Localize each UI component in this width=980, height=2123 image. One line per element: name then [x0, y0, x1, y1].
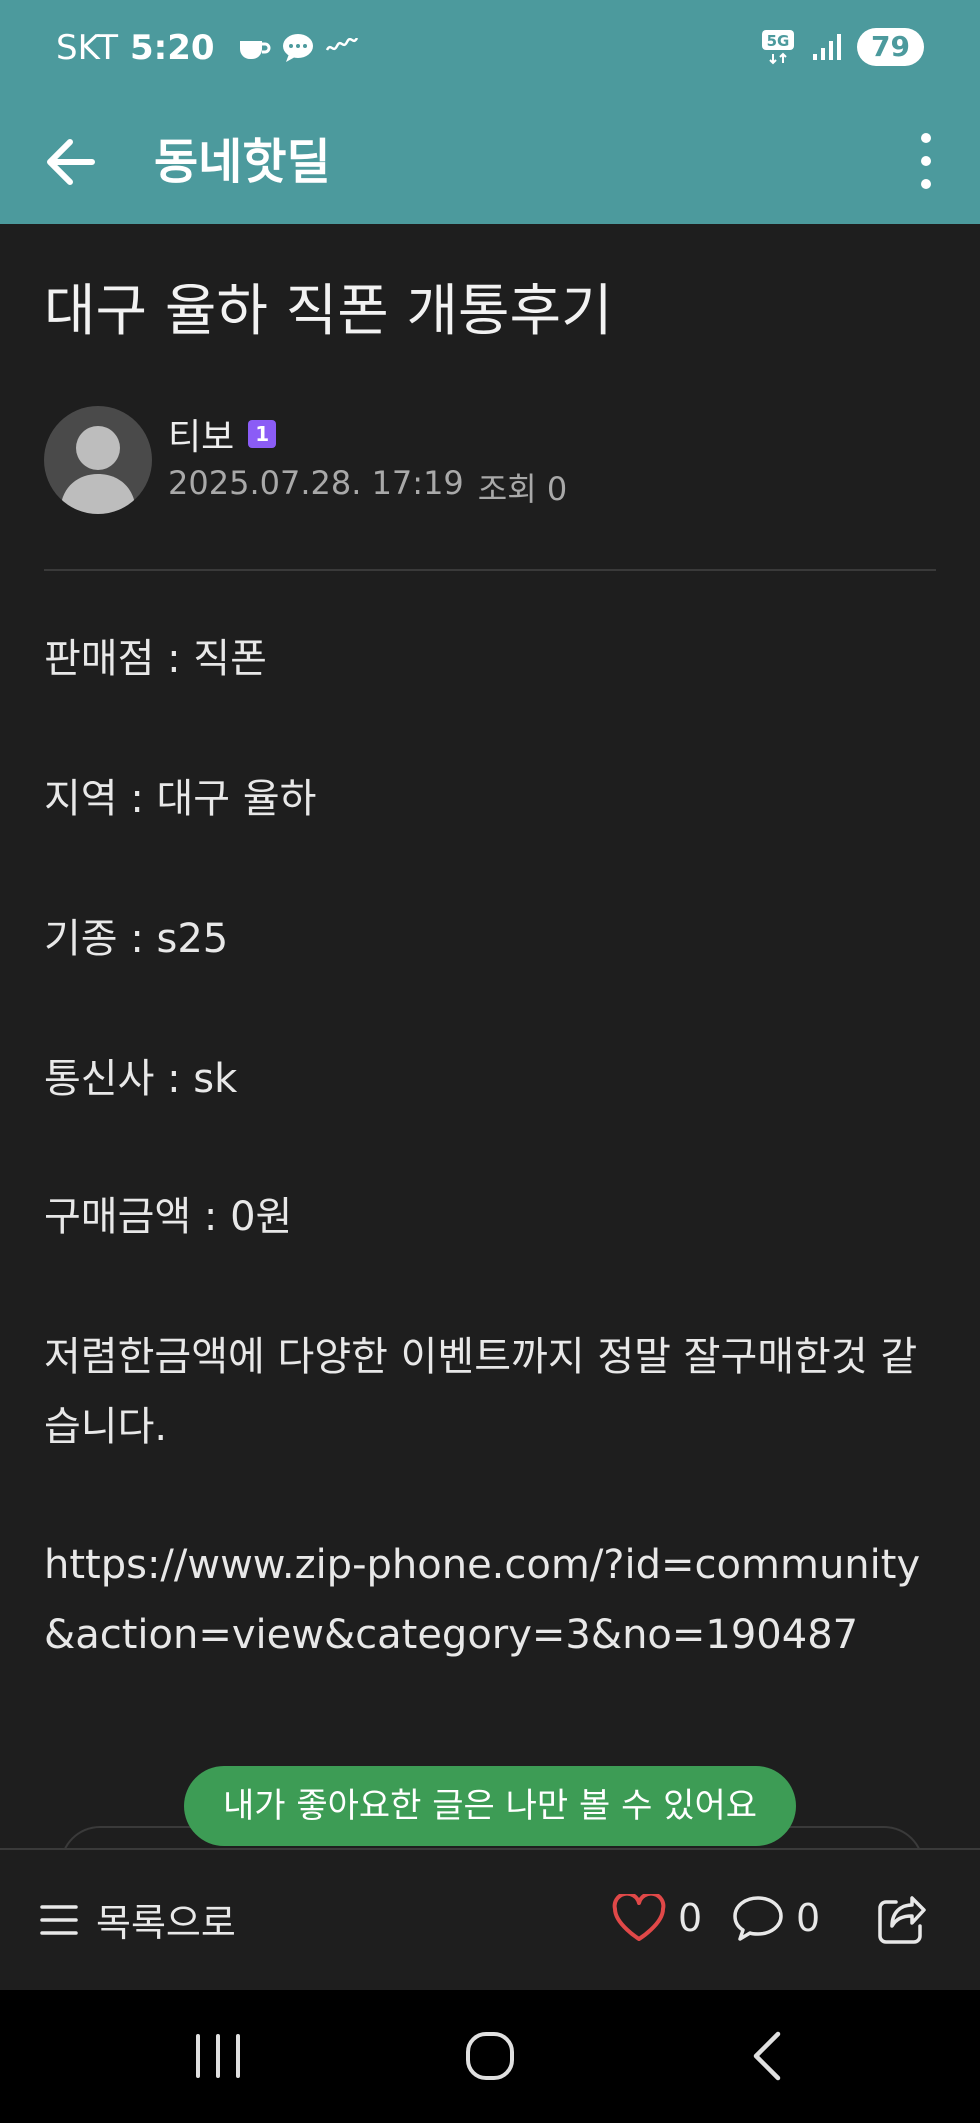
avatar[interactable]	[44, 406, 152, 514]
recent-apps-icon[interactable]	[178, 2024, 258, 2088]
like-count: 0	[678, 1896, 703, 1940]
menu-icon	[40, 1904, 78, 1935]
body-paragraph: 저렴한금액에 다양한 이벤트까지 정말 잘구매한것 같습니다.	[44, 1334, 918, 1450]
body-line-carrier: 통신사 : sk	[44, 1056, 238, 1102]
comment-button[interactable]: 0	[732, 1894, 820, 1942]
cup-icon	[239, 41, 271, 59]
like-button[interactable]: 0	[612, 1894, 702, 1942]
home-icon[interactable]	[450, 2024, 530, 2088]
battery-indicator: 79	[857, 28, 924, 66]
post-title: 대구 율하 직폰 개통후기	[44, 279, 613, 344]
back-nav-icon[interactable]	[726, 2024, 806, 2088]
author-info: 티보 1	[168, 408, 277, 460]
app-bar: 동네핫딜	[0, 100, 980, 224]
divider	[44, 569, 936, 571]
level-badge: 1	[248, 420, 277, 448]
back-to-list-label: 목록으로	[96, 1901, 236, 1945]
5g-network-icon: 5G	[762, 30, 795, 65]
comment-count: 0	[796, 1896, 821, 1940]
chat-icon	[282, 34, 313, 62]
speech-bubble-icon	[733, 1896, 783, 1941]
author-name[interactable]: 티보	[168, 408, 234, 460]
heart-icon	[612, 1894, 666, 1941]
wave-icon	[325, 38, 358, 51]
body-line-model: 기종 : s25	[44, 916, 229, 962]
carrier-label: SKT	[56, 28, 119, 68]
body-line-region: 지역 : 대구 율하	[44, 776, 317, 822]
more-vertical-icon[interactable]	[908, 126, 944, 196]
user-silhouette-icon	[60, 426, 136, 514]
post-date: 2025.07.28. 17:19	[168, 464, 464, 502]
page-title: 동네핫딜	[154, 134, 331, 190]
share-icon[interactable]	[876, 1894, 928, 1946]
post-link[interactable]: https://www.zip-phone.com/?id=community&…	[44, 1530, 944, 1670]
status-time: 5:20	[130, 28, 215, 68]
body-line-price: 구매금액 : 0원	[44, 1194, 293, 1240]
arrow-left-icon[interactable]	[40, 130, 110, 194]
post-meta: 2025.07.28. 17:19 조회 0	[168, 464, 567, 510]
status-bar: SKT 5:20 5G 79	[0, 0, 980, 100]
signal-icon	[813, 34, 842, 60]
bottom-action-bar: 목록으로 0 0	[0, 1848, 980, 1992]
back-to-list-button[interactable]: 목록으로	[40, 1892, 236, 1947]
view-count: 조회 0	[477, 470, 568, 508]
toast-message: 내가 좋아요한 글은 나만 볼 수 있어요	[184, 1766, 796, 1846]
svg-text:5G: 5G	[767, 32, 790, 50]
system-nav-bar	[0, 1990, 980, 2123]
body-line-store: 판매점 : 직폰	[44, 636, 267, 682]
